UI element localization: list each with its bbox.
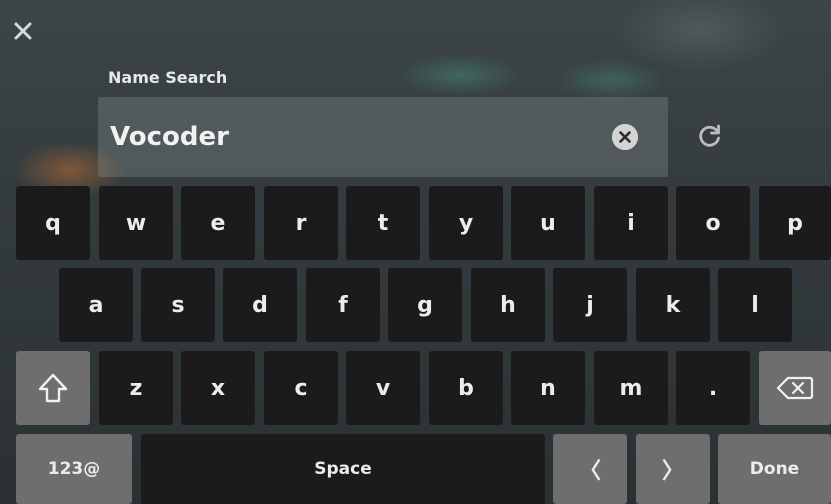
- key-u[interactable]: u: [511, 186, 585, 260]
- key-o[interactable]: o: [676, 186, 750, 260]
- search-label: Name Search: [108, 68, 228, 87]
- key-g[interactable]: g: [388, 268, 462, 342]
- key-e[interactable]: e: [181, 186, 255, 260]
- key-r[interactable]: r: [264, 186, 338, 260]
- search-input[interactable]: [110, 97, 590, 177]
- key-j[interactable]: j: [553, 268, 627, 342]
- cursor-left-key[interactable]: 〈: [553, 434, 627, 504]
- numbers-symbols-key[interactable]: 123@: [16, 434, 132, 504]
- key-k[interactable]: k: [636, 268, 710, 342]
- close-icon: [14, 22, 32, 40]
- key-c[interactable]: c: [264, 351, 338, 425]
- clear-circle-icon: [612, 124, 638, 150]
- key-l[interactable]: l: [718, 268, 792, 342]
- search-box[interactable]: [98, 97, 668, 177]
- key-v[interactable]: v: [346, 351, 420, 425]
- key-t[interactable]: t: [346, 186, 420, 260]
- done-key[interactable]: Done: [718, 434, 831, 504]
- key-p[interactable]: p: [759, 186, 831, 260]
- key-w[interactable]: w: [99, 186, 173, 260]
- backspace-icon: [776, 376, 814, 400]
- key-x[interactable]: x: [181, 351, 255, 425]
- key-q[interactable]: q: [16, 186, 90, 260]
- key-s[interactable]: s: [141, 268, 215, 342]
- cursor-right-key[interactable]: 〉: [636, 434, 710, 504]
- key-f[interactable]: f: [306, 268, 380, 342]
- key-i[interactable]: i: [594, 186, 668, 260]
- key-n[interactable]: n: [511, 351, 585, 425]
- shift-key[interactable]: [16, 351, 90, 425]
- backspace-key[interactable]: [759, 351, 831, 425]
- key-z[interactable]: z: [99, 351, 173, 425]
- key-y[interactable]: y: [429, 186, 503, 260]
- refresh-button[interactable]: [696, 122, 724, 150]
- key-b[interactable]: b: [429, 351, 503, 425]
- key-h[interactable]: h: [471, 268, 545, 342]
- shift-arrow-icon: [38, 373, 68, 403]
- key-m[interactable]: m: [594, 351, 668, 425]
- close-button[interactable]: [10, 18, 36, 44]
- key-period[interactable]: .: [676, 351, 750, 425]
- key-d[interactable]: d: [223, 268, 297, 342]
- refresh-icon: [699, 124, 720, 147]
- key-a[interactable]: a: [59, 268, 133, 342]
- clear-button[interactable]: [612, 124, 638, 150]
- space-key[interactable]: Space: [141, 434, 545, 504]
